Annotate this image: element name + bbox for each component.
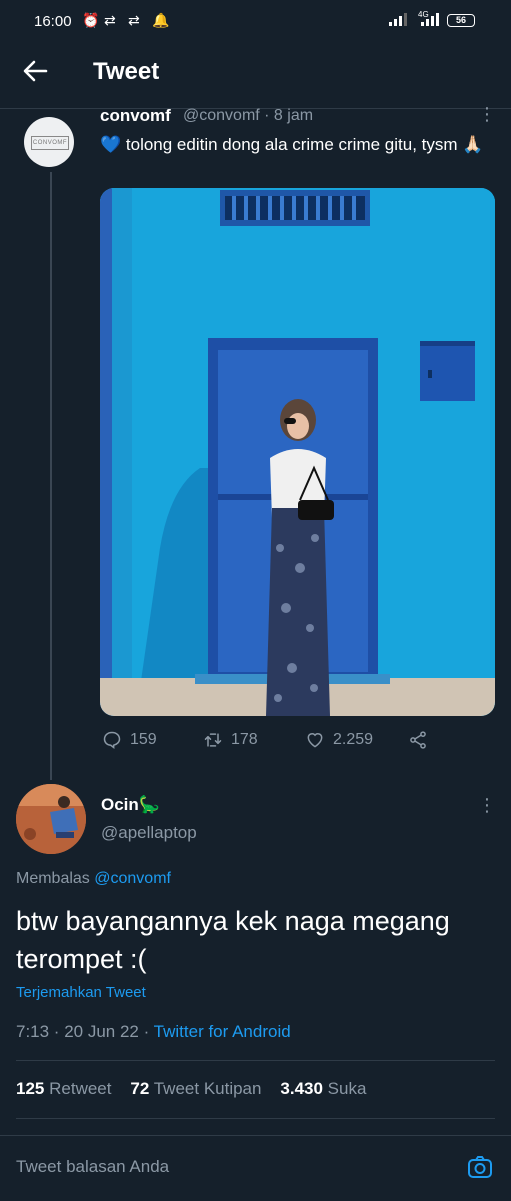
author-handle-time: @convomf · 8 jam [183, 107, 314, 124]
author-name[interactable]: Ocin🦕 [101, 795, 160, 815]
avatar[interactable] [16, 784, 86, 854]
like-count: 2.259 [333, 731, 374, 748]
retweet-count: 178 [231, 731, 258, 748]
retweet-icon [204, 733, 222, 747]
signal-icon [388, 12, 408, 29]
thread-connector-line [50, 172, 52, 780]
reply-input[interactable]: Tweet balasan Anda [16, 1157, 169, 1177]
like-action[interactable]: 2.259 [305, 730, 373, 750]
sync-icon-2: ⇄ [128, 12, 140, 28]
quote-tweets-stat[interactable]: 72 Tweet Kutipan [130, 1079, 261, 1098]
author-name[interactable]: convomf [100, 106, 171, 126]
replying-to: Membalas @convomf [16, 870, 171, 888]
divider [16, 1118, 495, 1119]
replying-prefix: Membalas [16, 870, 95, 887]
likes-stat[interactable]: 3.430 Suka [280, 1079, 366, 1098]
back-arrow-icon[interactable] [22, 58, 48, 90]
avatar[interactable]: CONVOMF [24, 117, 74, 167]
more-options-icon[interactable]: ⋮ [478, 795, 496, 816]
battery-indicator: 56 [447, 14, 475, 27]
retweet-action[interactable]: 178 [203, 730, 258, 750]
more-options-icon[interactable]: ⋮ [478, 104, 496, 125]
divider [16, 1060, 495, 1061]
reply-count: 159 [130, 731, 157, 748]
tweet-stats: 125 Retweet 72 Tweet Kutipan 3.430 Suka [16, 1079, 366, 1099]
photo-illustration [100, 188, 495, 716]
replying-to-link[interactable]: @convomf [94, 870, 171, 887]
tweet-timestamp: 7:13 · 20 Jun 22 · [16, 1022, 154, 1041]
translate-link[interactable]: Terjemahkan Tweet [16, 984, 146, 1001]
share-icon [410, 731, 426, 749]
avatar-logo-text: CONVOMF [31, 136, 69, 150]
tweet-photo[interactable] [100, 188, 495, 716]
heart-icon [307, 733, 323, 748]
signal-icon-2 [420, 12, 440, 29]
tweet-text: btw bayangannya kek naga megang terompet… [16, 906, 450, 974]
tweet-meta: 7:13 · 20 Jun 22 · Twitter for Android [16, 1022, 291, 1042]
notification-bell-icon: 🔔 [152, 12, 170, 28]
author-handle[interactable]: @apellaptop [101, 823, 197, 843]
reply-action[interactable]: 159 [102, 730, 157, 750]
tweet-text: 💙 tolong editin dong ala crime crime git… [100, 135, 484, 154]
status-time: 16:00 [34, 13, 72, 30]
page-title: Tweet [93, 58, 160, 85]
sync-icon: ⇄ [104, 12, 116, 28]
status-bar: 16:00 ⏰ ⇄ ⇄ 🔔 4G 56 [0, 0, 511, 44]
camera-icon[interactable] [466, 1153, 494, 1181]
tweet-source-link[interactable]: Twitter for Android [154, 1022, 291, 1041]
avatar-photo [16, 784, 86, 854]
retweets-stat[interactable]: 125 Retweet [16, 1079, 111, 1098]
share-action[interactable] [408, 730, 428, 750]
alarm-icon: ⏰ [82, 12, 100, 28]
comment-icon [103, 731, 121, 750]
